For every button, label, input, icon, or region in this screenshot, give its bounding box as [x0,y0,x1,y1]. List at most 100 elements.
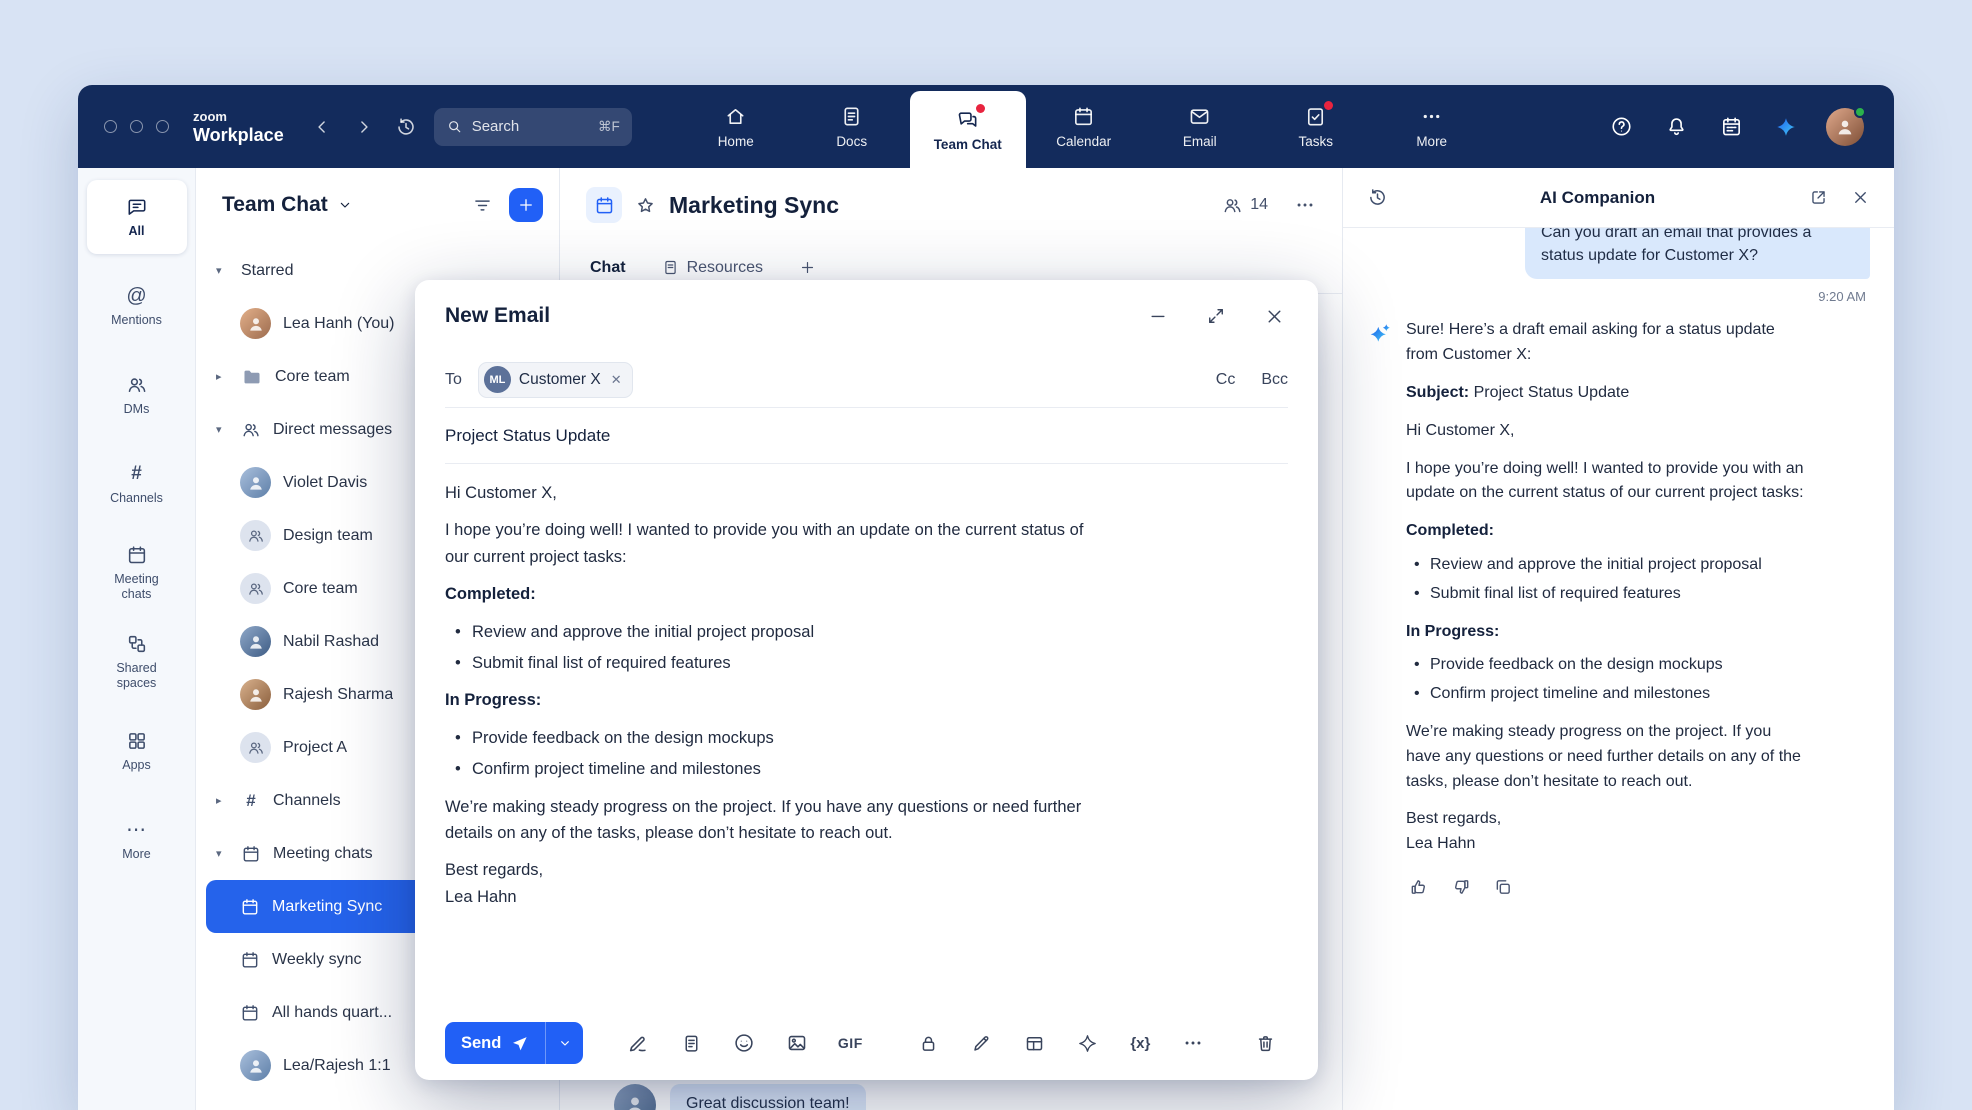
rail-item-mentions[interactable]: @ Mentions [87,269,187,343]
history-button[interactable] [392,113,420,141]
subject-input[interactable]: Project Status Update [445,426,610,446]
rail-item-apps[interactable]: Apps [87,714,187,788]
ellipsis-icon [1182,1032,1204,1054]
back-button[interactable] [308,113,336,141]
ai-body-intro: I hope you’re doing well! I wanted to pr… [1406,457,1806,507]
triangle-expanded-icon[interactable]: ▾ [216,264,229,277]
copy-button[interactable] [1490,874,1516,900]
people-icon [241,420,261,440]
avatar [240,1050,271,1081]
user-avatar[interactable] [1826,108,1864,146]
members-button[interactable]: 14 [1222,195,1268,216]
signature-button[interactable] [615,1023,661,1063]
dialog-expand-button[interactable] [1202,302,1230,330]
ai-history-button[interactable] [1363,184,1391,212]
remove-recipient-button[interactable]: ✕ [611,372,622,388]
window-close-button[interactable] [104,120,117,133]
email-body-editor[interactable]: Hi Customer X, I hope you’re doing well!… [445,464,1085,1006]
new-chat-button[interactable] [509,188,543,222]
topnav-calendar[interactable]: Calendar [1026,85,1142,168]
ellipsis-icon [1294,194,1316,216]
send-button[interactable]: Send [445,1022,545,1064]
home-icon [724,104,747,128]
image-button[interactable] [774,1023,820,1063]
toolbar-more-button[interactable] [1170,1023,1216,1063]
tab-chat[interactable]: Chat [590,259,626,277]
tasks-notification-dot [1324,101,1333,110]
attach-file-button[interactable] [668,1023,714,1063]
notifications-button[interactable] [1661,112,1691,142]
thumbs-down-button[interactable] [1448,874,1474,900]
email-closing: We’re making steady progress on the proj… [445,794,1085,847]
ai-companion-button[interactable] [1771,112,1801,142]
recipient-chip[interactable]: ML Customer X ✕ [478,362,633,398]
open-external-icon [1809,188,1828,207]
avatar [614,1084,656,1110]
schedule-button[interactable] [1716,112,1746,142]
bcc-button[interactable]: Bcc [1261,371,1288,389]
email-completed-heading: Completed: [445,581,1085,607]
emoji-button[interactable] [721,1023,767,1063]
channel-title: Marketing Sync [669,192,839,219]
top-bar: zoom Workplace Search ⌘F Home Docs [78,85,1894,168]
ai-assist-button[interactable] [1064,1023,1110,1063]
rail-item-more[interactable]: ⋯ More [87,803,187,877]
pencil-icon [971,1033,992,1054]
ai-closing: We’re making steady progress on the proj… [1406,720,1806,794]
edit-button[interactable] [958,1023,1004,1063]
filter-button[interactable] [472,195,493,216]
send-options-button[interactable] [545,1022,583,1064]
window-minimize-button[interactable] [130,120,143,133]
triangle-expanded-icon[interactable]: ▾ [216,423,229,436]
message-bubble: Great discussion team! [670,1084,866,1110]
topnav-email[interactable]: Email [1142,85,1258,168]
triangle-collapsed-icon[interactable]: ▸ [216,370,229,383]
triangle-expanded-icon[interactable]: ▾ [216,847,229,860]
ai-close-button[interactable] [1846,184,1874,212]
search-input[interactable]: Search ⌘F [434,108,632,146]
chat-bubble-icon [126,196,148,218]
message-timestamp: 9:20 AM [1367,289,1866,304]
channel-more-button[interactable] [1294,194,1316,216]
star-button[interactable] [635,195,656,216]
list-item: Confirm project timeline and milestones [1414,682,1806,707]
topnav-more[interactable]: More [1374,85,1490,168]
topnav-tasks[interactable]: Tasks [1258,85,1374,168]
email-greeting: Hi Customer X, [445,480,1085,506]
format-layout-button[interactable] [1011,1023,1057,1063]
rail-item-channels[interactable]: # Channels [87,447,187,521]
email-completed-list: Review and approve the initial project p… [445,619,1085,677]
topnav-docs[interactable]: Docs [794,85,910,168]
topnav-home[interactable]: Home [678,85,794,168]
chevron-down-icon [557,1035,573,1051]
team-chat-title[interactable]: Team Chat [222,193,353,217]
avatar [240,679,271,710]
forward-button[interactable] [350,113,378,141]
ai-open-external-button[interactable] [1804,184,1832,212]
tab-add-button[interactable] [799,259,816,276]
rail-item-meeting-chats[interactable]: Meeting chats [87,536,187,610]
zoom-workplace-logo: zoom Workplace [193,110,284,144]
email-inprogress-list: Provide feedback on the design mockups C… [445,725,1085,783]
triangle-collapsed-icon[interactable]: ▸ [216,794,229,807]
plus-icon [517,196,535,214]
avatar [240,467,271,498]
tab-resources[interactable]: Resources [662,259,763,277]
encryption-button[interactable] [905,1023,951,1063]
rail-item-all[interactable]: All [87,180,187,254]
thumbs-up-button[interactable] [1406,874,1432,900]
variables-button[interactable]: {x} [1117,1023,1163,1063]
dialog-minimize-button[interactable] [1144,302,1172,330]
group-avatar-icon [240,573,271,604]
discard-draft-button[interactable] [1242,1023,1288,1063]
cc-button[interactable]: Cc [1216,371,1236,389]
topnav-team-chat[interactable]: Team Chat [910,91,1026,168]
team-chat-icon [956,107,979,131]
help-button[interactable] [1606,112,1636,142]
window-maximize-button[interactable] [156,120,169,133]
rail-item-shared-spaces[interactable]: Shared spaces [87,625,187,699]
rail-item-dms[interactable]: DMs [87,358,187,432]
gif-button[interactable]: GIF [827,1023,873,1063]
dialog-close-button[interactable] [1260,302,1288,330]
filter-icon [472,195,493,216]
